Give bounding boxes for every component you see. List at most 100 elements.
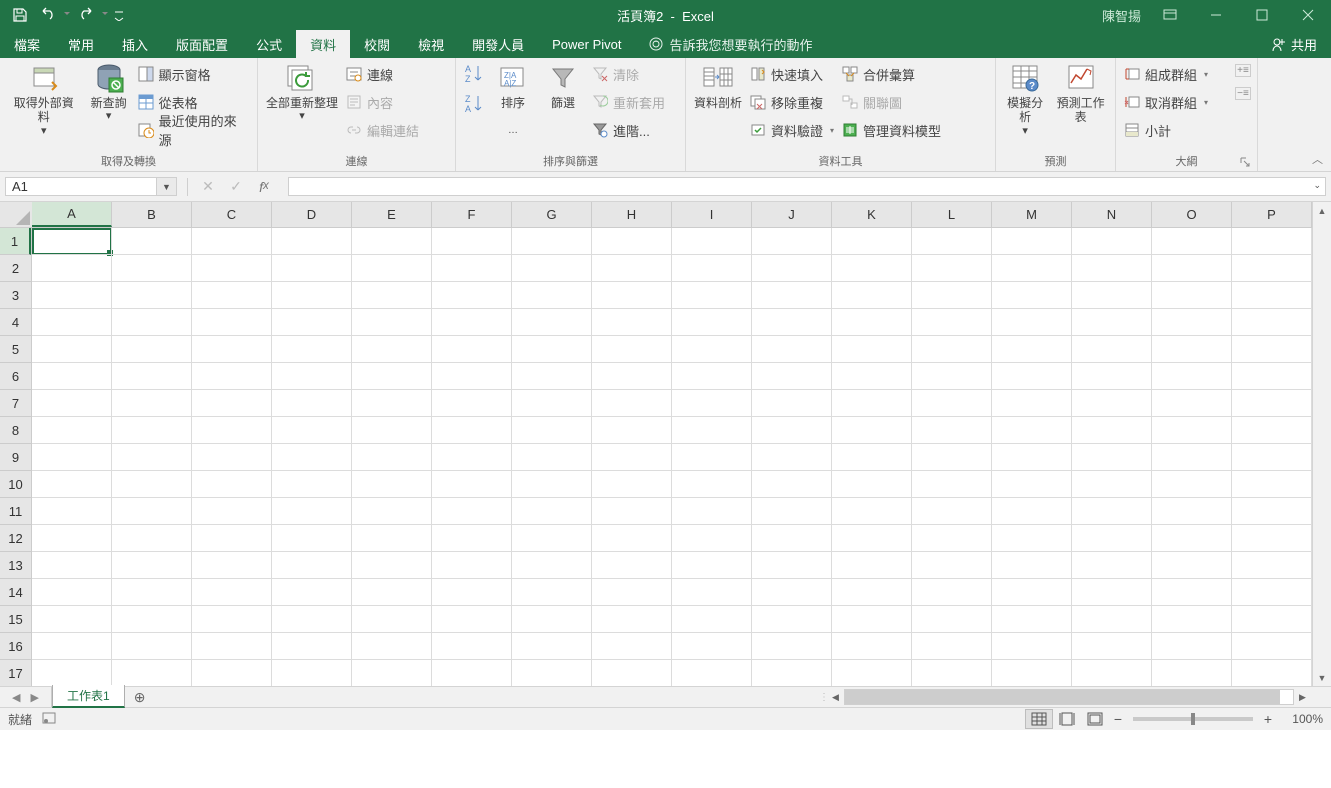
- outline-launcher-icon[interactable]: [1239, 157, 1251, 169]
- column-header[interactable]: F: [432, 202, 512, 227]
- sheet-nav-next[interactable]: ▶: [30, 691, 38, 704]
- scroll-left-button[interactable]: ◀: [827, 692, 844, 703]
- macro-record-icon[interactable]: [42, 711, 56, 728]
- data-validation-button[interactable]: 資料驗證▾: [746, 116, 838, 144]
- row-header[interactable]: 12: [0, 525, 31, 552]
- undo-dropdown[interactable]: [64, 12, 70, 18]
- scroll-up-button[interactable]: ▲: [1313, 202, 1331, 219]
- tab-版面配置[interactable]: 版面配置: [162, 30, 242, 58]
- advanced-filter-button[interactable]: 進階...: [588, 116, 669, 144]
- undo-button[interactable]: [36, 3, 60, 27]
- tab-校閱[interactable]: 校閱: [350, 30, 404, 58]
- group-button[interactable]: 組成群組▾: [1120, 60, 1233, 88]
- row-header[interactable]: 5: [0, 336, 31, 363]
- row-header[interactable]: 10: [0, 471, 31, 498]
- zoom-out-button[interactable]: −: [1109, 711, 1127, 727]
- sort-desc-button[interactable]: ZA: [462, 92, 486, 116]
- row-header[interactable]: 7: [0, 390, 31, 417]
- scroll-right-button[interactable]: ▶: [1294, 692, 1311, 703]
- row-header[interactable]: 16: [0, 633, 31, 660]
- column-header[interactable]: P: [1232, 202, 1312, 227]
- sort-asc-button[interactable]: AZ: [462, 62, 486, 86]
- forecast-sheet-button[interactable]: 預測工作表: [1050, 60, 1111, 127]
- insert-function-button[interactable]: fx: [250, 179, 278, 195]
- horizontal-scrollbar[interactable]: [844, 689, 1294, 705]
- filter-button[interactable]: 篩選: [538, 60, 588, 112]
- share-button[interactable]: 共用: [1271, 30, 1331, 58]
- qat-customize[interactable]: [112, 3, 126, 27]
- zoom-level[interactable]: 100%: [1277, 712, 1323, 726]
- tab-插入[interactable]: 插入: [108, 30, 162, 58]
- column-header[interactable]: H: [592, 202, 672, 227]
- row-header[interactable]: 8: [0, 417, 31, 444]
- column-header[interactable]: G: [512, 202, 592, 227]
- ribbon-display-options[interactable]: [1147, 0, 1193, 30]
- column-header[interactable]: K: [832, 202, 912, 227]
- column-header[interactable]: N: [1072, 202, 1152, 227]
- get-external-data-button[interactable]: 取得外部資料▾: [4, 60, 84, 140]
- row-header[interactable]: 3: [0, 282, 31, 309]
- normal-view-button[interactable]: [1025, 709, 1053, 729]
- tab-檔案[interactable]: 檔案: [0, 30, 54, 58]
- flash-fill-button[interactable]: 快速填入: [746, 60, 838, 88]
- column-header[interactable]: B: [112, 202, 192, 227]
- show-queries-pane-button[interactable]: 顯示窗格: [134, 60, 253, 88]
- refresh-all-button[interactable]: 全部重新整理▾: [262, 60, 342, 126]
- vertical-scrollbar[interactable]: ▲ ▼: [1312, 202, 1331, 686]
- ungroup-button[interactable]: 取消群組▾: [1120, 88, 1233, 116]
- zoom-in-button[interactable]: +: [1259, 711, 1277, 727]
- formula-bar[interactable]: ⌄: [288, 177, 1326, 196]
- select-all-corner[interactable]: [0, 202, 32, 228]
- new-sheet-button[interactable]: ⊕: [125, 687, 155, 707]
- row-header[interactable]: 4: [0, 309, 31, 336]
- page-break-view-button[interactable]: [1081, 709, 1109, 729]
- minimize-button[interactable]: [1193, 0, 1239, 30]
- row-header[interactable]: 9: [0, 444, 31, 471]
- tab-開發人員[interactable]: 開發人員: [458, 30, 538, 58]
- column-header[interactable]: D: [272, 202, 352, 227]
- consolidate-button[interactable]: 合併彙算: [838, 60, 945, 88]
- tab-Power Pivot[interactable]: Power Pivot: [538, 30, 635, 58]
- name-box-dropdown[interactable]: ▼: [156, 178, 176, 195]
- column-header[interactable]: O: [1152, 202, 1232, 227]
- row-header[interactable]: 11: [0, 498, 31, 525]
- expand-formula-bar-button[interactable]: ⌄: [1313, 180, 1321, 191]
- redo-button[interactable]: [74, 3, 98, 27]
- save-button[interactable]: [8, 3, 32, 27]
- collapse-ribbon-button[interactable]: ︿: [1312, 151, 1323, 167]
- active-cell[interactable]: [32, 228, 112, 255]
- page-layout-view-button[interactable]: [1053, 709, 1081, 729]
- hide-detail-button[interactable]: −≡: [1235, 87, 1251, 100]
- close-button[interactable]: [1285, 0, 1331, 30]
- manage-data-model-button[interactable]: 管理資料模型: [838, 116, 945, 144]
- tab-資料[interactable]: 資料: [296, 30, 350, 58]
- column-header[interactable]: E: [352, 202, 432, 227]
- column-header[interactable]: J: [752, 202, 832, 227]
- column-header[interactable]: C: [192, 202, 272, 227]
- row-header[interactable]: 13: [0, 552, 31, 579]
- subtotal-button[interactable]: 小計: [1120, 116, 1233, 144]
- scroll-down-button[interactable]: ▼: [1313, 669, 1331, 686]
- column-header[interactable]: A: [32, 202, 112, 227]
- sort-button[interactable]: Z|AA|Z 排序…: [488, 60, 538, 139]
- new-query-button[interactable]: 新查詢▾: [84, 60, 134, 126]
- tab-常用[interactable]: 常用: [54, 30, 108, 58]
- row-header[interactable]: 1: [0, 228, 31, 255]
- row-header[interactable]: 17: [0, 660, 31, 687]
- name-box[interactable]: [6, 179, 156, 194]
- column-header[interactable]: M: [992, 202, 1072, 227]
- tab-檢視[interactable]: 檢視: [404, 30, 458, 58]
- column-header[interactable]: L: [912, 202, 992, 227]
- remove-duplicates-button[interactable]: 移除重複: [746, 88, 838, 116]
- tell-me-search[interactable]: 告訴我您想要執行的動作: [636, 30, 825, 58]
- show-detail-button[interactable]: +≡: [1235, 64, 1251, 77]
- zoom-slider[interactable]: [1133, 717, 1253, 721]
- maximize-button[interactable]: [1239, 0, 1285, 30]
- redo-dropdown[interactable]: [102, 12, 108, 18]
- text-to-columns-button[interactable]: 資料剖析: [690, 60, 746, 112]
- row-header[interactable]: 15: [0, 606, 31, 633]
- row-header[interactable]: 2: [0, 255, 31, 282]
- tab-公式[interactable]: 公式: [242, 30, 296, 58]
- recent-sources-button[interactable]: 最近使用的來源: [134, 116, 253, 144]
- sheet-tab[interactable]: 工作表1: [52, 685, 125, 708]
